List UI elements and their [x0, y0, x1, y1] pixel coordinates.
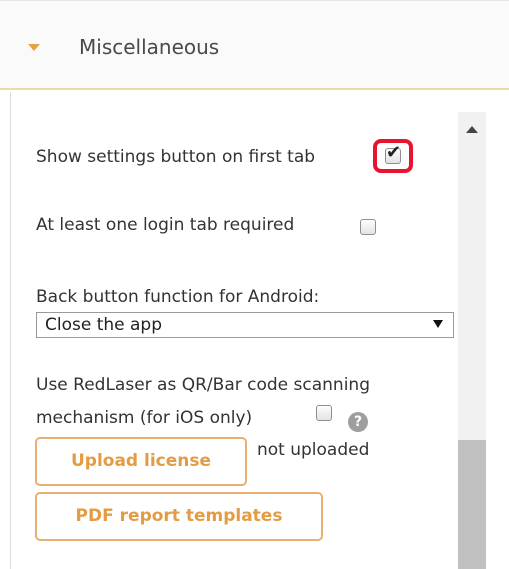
back-button-selected-value: Close the app — [45, 315, 163, 335]
pdf-report-templates-button[interactable]: PDF report templates — [35, 492, 323, 541]
redlaser-checkbox[interactable] — [316, 405, 332, 421]
vertical-scrollbar[interactable] — [458, 112, 486, 569]
back-button-function-label: Back button function for Android: — [36, 287, 320, 307]
upload-license-button[interactable]: Upload license — [35, 437, 247, 486]
login-tab-required-label: At least one login tab required — [36, 215, 295, 235]
back-button-function-select[interactable]: Close the app — [36, 312, 454, 338]
show-settings-button-label: Show settings button on first tab — [36, 147, 316, 167]
caret-down-icon[interactable] — [28, 44, 40, 51]
login-tab-required-checkbox[interactable] — [360, 219, 376, 235]
scrollbar-thumb[interactable] — [458, 440, 486, 569]
help-icon[interactable]: ? — [348, 412, 368, 432]
miscellaneous-section-header[interactable]: Miscellaneous — [0, 0, 509, 90]
checkmark-icon: ✔ — [386, 142, 402, 163]
license-status-text: not uploaded — [257, 440, 370, 460]
show-settings-button-checkbox[interactable]: ✔ — [385, 144, 401, 164]
redlaser-label-line1: Use RedLaser as QR/Bar code scanning — [36, 375, 370, 395]
dropdown-arrow-icon — [433, 320, 443, 328]
redlaser-label-line2: mechanism (for iOS only) — [36, 408, 253, 428]
section-title: Miscellaneous — [79, 35, 220, 59]
scroll-up-arrow-icon[interactable] — [466, 126, 478, 133]
settings-page: Miscellaneous Show settings button on fi… — [0, 0, 509, 569]
